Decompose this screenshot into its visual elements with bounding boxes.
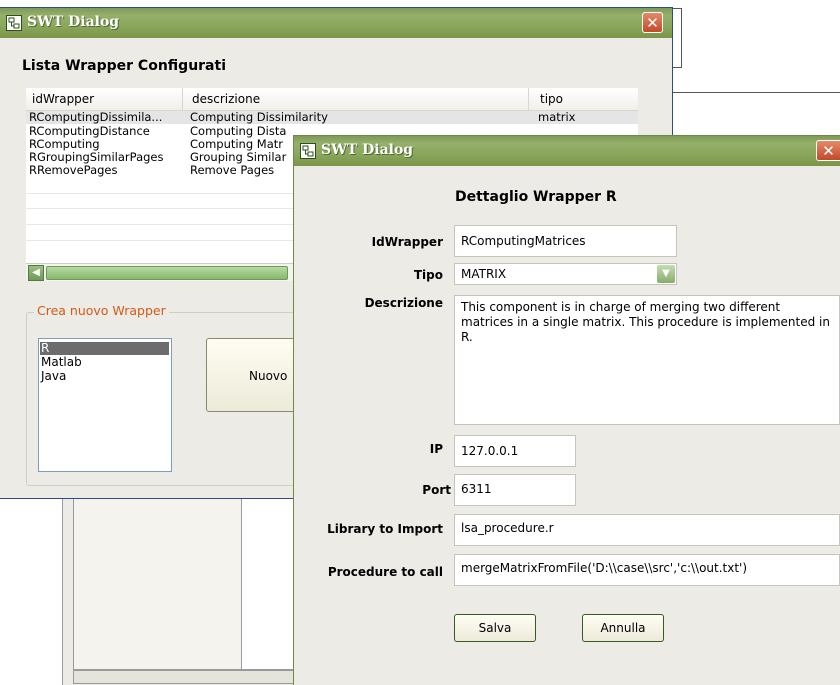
- label-port: Port: [422, 483, 451, 497]
- label-descrizione: Descrizione: [364, 296, 443, 310]
- cell-idwrapper: RComputingDistance: [29, 125, 150, 138]
- save-button[interactable]: Salva: [454, 614, 536, 642]
- dialog-titlebar[interactable]: SWT Dialog ✕: [0, 8, 672, 38]
- label-library: Library to Import: [327, 522, 443, 536]
- label-ip: IP: [429, 442, 443, 456]
- cell-idwrapper: RComputingDissimila...: [29, 111, 163, 124]
- cell-tipo: matrix: [538, 111, 576, 124]
- dialog-title: SWT Dialog: [27, 14, 120, 30]
- background-line: [672, 92, 840, 93]
- cell-idwrapper: RRemovePages: [29, 164, 118, 177]
- list-item-matlab[interactable]: Matlab: [41, 356, 82, 369]
- detail-heading: Dettaglio Wrapper R: [455, 189, 617, 205]
- close-button[interactable]: ✕: [816, 140, 840, 161]
- tipo-combo[interactable]: MATRIX ▼: [454, 263, 677, 285]
- close-icon: ✕: [822, 142, 835, 160]
- list-item-r[interactable]: R: [40, 342, 169, 355]
- label-procedure: Procedure to call: [327, 565, 443, 579]
- cancel-button[interactable]: Annulla: [582, 614, 664, 642]
- descrizione-textarea[interactable]: This component is in charge of merging t…: [454, 295, 840, 425]
- cell-idwrapper: RComputing: [29, 138, 100, 151]
- dialog-titlebar[interactable]: SWT Dialog ✕: [294, 136, 840, 166]
- idwrapper-field[interactable]: RComputingMatrices: [454, 225, 677, 257]
- swt-app-icon: [300, 143, 316, 159]
- library-field[interactable]: lsa_procedure.r: [454, 514, 840, 546]
- close-button[interactable]: ✕: [642, 12, 663, 33]
- scroll-left-arrow-icon[interactable]: ◀: [28, 265, 44, 281]
- language-list[interactable]: R Matlab Java: [38, 338, 172, 472]
- new-wrapper-button-label: Nuovo: [249, 369, 288, 383]
- column-header-tipo[interactable]: tipo: [540, 92, 563, 106]
- cell-idwrapper: RGroupingSimilarPages: [29, 151, 164, 164]
- new-wrapper-group-title: Crea nuovo Wrapper: [34, 303, 169, 318]
- port-field[interactable]: 6311: [454, 474, 576, 506]
- swt-app-icon: [6, 15, 22, 31]
- table-row[interactable]: RComputingDissimila... Computing Dissimi…: [26, 111, 638, 124]
- wrapper-list-heading: Lista Wrapper Configurati: [22, 58, 226, 74]
- column-header-descrizione[interactable]: descrizione: [192, 92, 260, 106]
- table-header: idWrapper descrizione tipo: [26, 88, 638, 111]
- list-item-java[interactable]: Java: [41, 370, 66, 383]
- label-tipo: Tipo: [413, 268, 443, 282]
- cell-descrizione: Computing Dissimilarity: [190, 111, 328, 124]
- tipo-combo-value: MATRIX: [461, 267, 507, 281]
- close-icon: ✕: [646, 14, 659, 32]
- chevron-down-icon[interactable]: ▼: [657, 265, 675, 283]
- scrollbar-thumb[interactable]: [46, 266, 288, 280]
- dialog-title: SWT Dialog: [321, 142, 414, 158]
- column-header-idwrapper[interactable]: idWrapper: [32, 92, 94, 106]
- column-separator[interactable]: [182, 88, 183, 110]
- background-panel: [62, 490, 299, 685]
- label-idwrapper: IdWrapper: [371, 235, 443, 249]
- column-separator[interactable]: [528, 88, 529, 110]
- background-tab-strip: [73, 670, 297, 684]
- background-content-panel: [241, 490, 299, 670]
- ip-field[interactable]: 127.0.0.1: [454, 435, 576, 467]
- background-tree-panel: [73, 490, 245, 670]
- procedure-field[interactable]: mergeMatrixFromFile('D:\\case\\src','c:\…: [454, 554, 840, 586]
